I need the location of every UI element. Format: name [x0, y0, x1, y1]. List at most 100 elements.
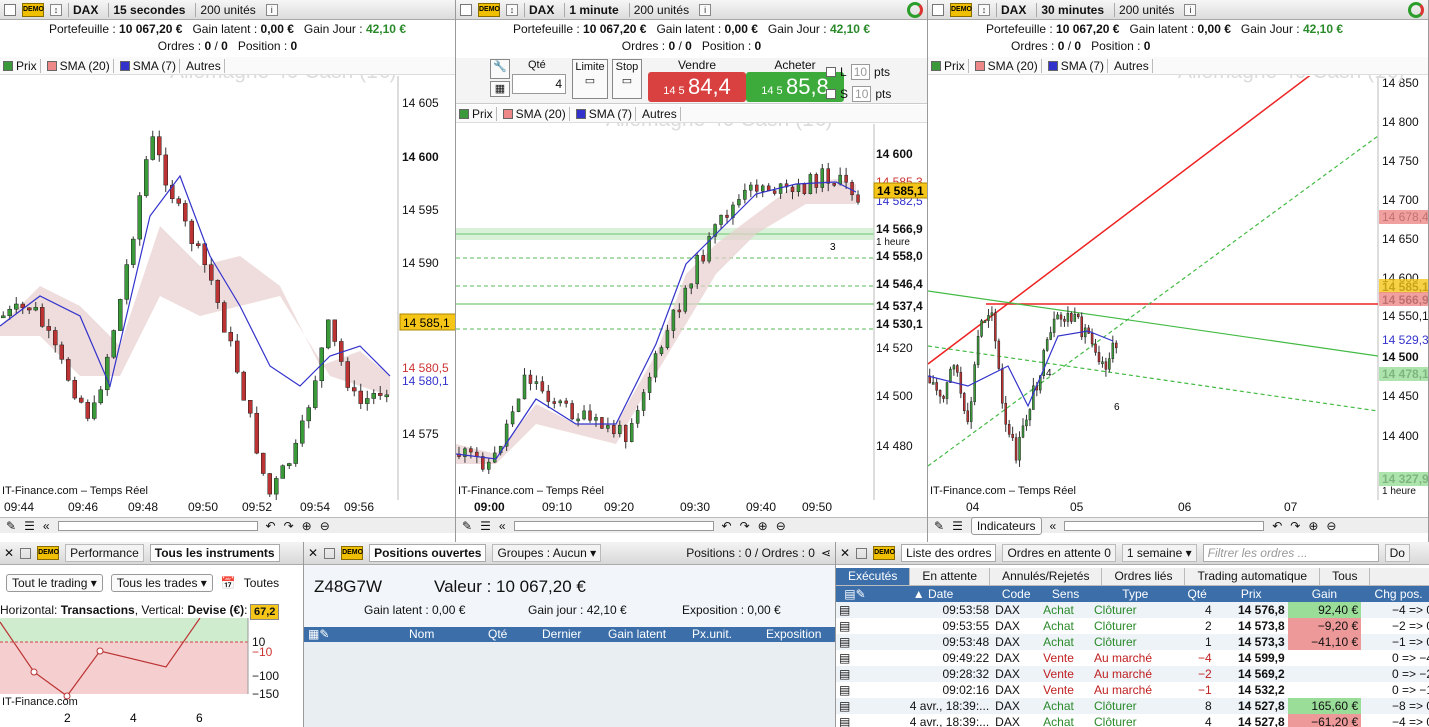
table-row[interactable]: ▤ 09:53:55 DAX Achat Clôturer 2 14 573,8 −9,20 …: [836, 618, 1429, 634]
zoom-out-icon[interactable]: ⊖: [776, 519, 786, 533]
document-icon[interactable]: ▤: [836, 698, 874, 714]
tab-pending-orders[interactable]: Ordres en attente 0: [1002, 544, 1116, 562]
timeframe-select[interactable]: 15 secondes: [108, 2, 189, 17]
col-2[interactable]: Sens: [1040, 586, 1091, 602]
period-select[interactable]: 1 semaine ▾: [1121, 544, 1197, 562]
groups-select[interactable]: Groupes : Aucun ▾: [492, 544, 602, 562]
all-trading-select[interactable]: Tout le trading ▾: [6, 574, 103, 592]
document-icon[interactable]: ▤: [836, 650, 874, 666]
col-0[interactable]: ▲ Date: [874, 586, 992, 602]
pen-icon[interactable]: ✎: [6, 519, 16, 533]
tool-icon[interactable]: ↕: [978, 3, 990, 16]
tab-all-instruments[interactable]: Tous les instruments: [149, 544, 280, 562]
zoom-in-icon[interactable]: ⊕: [302, 519, 312, 533]
tab-orders-list[interactable]: Liste des ordres: [901, 544, 997, 562]
table-row[interactable]: ▤ 09:53:48 DAX Achat Clôturer 1 14 573,3 −41,10…: [836, 634, 1429, 650]
zoom-in-icon[interactable]: ⊕: [758, 519, 768, 533]
col-name[interactable]: Nom: [409, 627, 434, 641]
units-select[interactable]: 200 unités: [1114, 2, 1178, 17]
table-row[interactable]: ▤ 4 avr., 18:39:... DAX Achat Clôturer 4 14 52…: [836, 714, 1429, 727]
legend-others[interactable]: Autres: [183, 58, 225, 73]
legend-sma20[interactable]: SMA (20): [44, 58, 114, 73]
chart-scrollbar[interactable]: ✎ ☰ Indicateurs « ↶ ↷ ⊕ ⊖: [928, 516, 1428, 535]
legend-sma7[interactable]: SMA (7): [573, 106, 637, 121]
prev-icon[interactable]: «: [1050, 519, 1057, 533]
legend-price[interactable]: Prix: [0, 58, 41, 73]
forward-icon[interactable]: ↷: [284, 519, 294, 533]
zoom-out-icon[interactable]: ⊖: [1326, 519, 1336, 533]
info-icon[interactable]: i: [265, 3, 278, 16]
prev-icon[interactable]: «: [499, 519, 506, 533]
menu-icon[interactable]: ☰: [952, 519, 963, 533]
chart-scrollbar[interactable]: ✎ ☰ « ↶ ↷ ⊕ ⊖: [456, 517, 927, 533]
subtab-3[interactable]: Ordres liés: [1102, 568, 1186, 585]
col-qty[interactable]: Qté: [488, 627, 507, 641]
tab-performance[interactable]: Performance: [65, 544, 144, 562]
document-icon[interactable]: ▤: [836, 634, 874, 650]
legend-others[interactable]: Autres: [639, 106, 681, 121]
timeframe-select[interactable]: 1 minute: [564, 2, 622, 17]
scroll-track[interactable]: [1064, 520, 1265, 531]
legend-others[interactable]: Autres: [1111, 58, 1153, 73]
calendar-icon[interactable]: 📅: [221, 576, 236, 590]
timeframe-select[interactable]: 30 minutes: [1036, 2, 1108, 17]
legend-sma20[interactable]: SMA (20): [500, 106, 570, 121]
forward-icon[interactable]: ↷: [740, 519, 750, 533]
document-icon[interactable]: ▤: [836, 666, 874, 682]
subtab-4[interactable]: Trading automatique: [1185, 568, 1321, 585]
table-row[interactable]: ▤ 09:53:58 DAX Achat Clôturer 4 14 576,8 92,40 …: [836, 602, 1429, 618]
table-row[interactable]: ▤ 09:28:32 DAX Vente Au marché −2 14 569,2 0 =>…: [836, 666, 1429, 682]
filter-input[interactable]: Filtrer les ordres ...: [1202, 544, 1379, 562]
window-square-icon[interactable]: [460, 3, 472, 16]
units-select[interactable]: 200 unités: [628, 2, 693, 17]
col-3[interactable]: Type: [1091, 586, 1180, 602]
window-square-icon[interactable]: [20, 547, 32, 559]
table-row[interactable]: ▤ 09:02:16 DAX Vente Au marché −1 14 532,2 0 =>…: [836, 682, 1429, 698]
close-icon[interactable]: ✕: [4, 546, 14, 560]
subtab-0[interactable]: Exécutés: [836, 568, 911, 585]
col-unit-price[interactable]: Px.unit.: [692, 627, 732, 641]
col-5[interactable]: Prix: [1215, 586, 1288, 602]
menu-icon[interactable]: ☰: [24, 519, 35, 533]
back-icon[interactable]: ↶: [1272, 519, 1282, 533]
forward-icon[interactable]: ↷: [1290, 519, 1300, 533]
s-option[interactable]: S 10 pts: [826, 86, 891, 102]
legend-sma7[interactable]: SMA (7): [1045, 58, 1109, 73]
units-select[interactable]: 200 unités: [195, 2, 259, 17]
info-icon[interactable]: i: [699, 3, 712, 16]
subtab-5[interactable]: Tous: [1320, 568, 1371, 585]
sell-button[interactable]: 14 5 84,4: [648, 72, 746, 102]
info-icon[interactable]: i: [1184, 3, 1197, 16]
refresh-icon[interactable]: [907, 1, 923, 18]
tool-icon[interactable]: ↕: [50, 3, 62, 16]
prev-icon[interactable]: «: [43, 519, 50, 533]
col-6[interactable]: Gain: [1288, 586, 1361, 602]
instrument-select[interactable]: DAX: [996, 2, 1030, 17]
col-latent[interactable]: Gain latent: [608, 627, 666, 641]
document-icon[interactable]: ▤: [836, 682, 874, 698]
scroll-track[interactable]: [57, 520, 258, 531]
col-1[interactable]: Code: [992, 586, 1040, 602]
close-icon[interactable]: ✕: [308, 546, 318, 560]
window-square-icon[interactable]: [856, 547, 868, 559]
instrument-select[interactable]: DAX: [524, 2, 558, 17]
window-square-icon[interactable]: [932, 3, 944, 16]
document-icon[interactable]: ▤: [836, 602, 874, 618]
tool-icon[interactable]: ↕: [506, 3, 518, 16]
l-option[interactable]: L 10 pts: [826, 64, 890, 80]
col-exposure[interactable]: Exposition: [766, 627, 821, 641]
refresh-icon[interactable]: [1408, 1, 1424, 18]
document-icon[interactable]: ▤: [836, 618, 874, 634]
qty-input[interactable]: 4: [512, 74, 566, 94]
performance-chart[interactable]: 10−10−100−1502 4 6: [0, 618, 304, 727]
zoom-out-icon[interactable]: ⊖: [320, 519, 330, 533]
legend-price[interactable]: Prix: [456, 106, 497, 121]
table-row[interactable]: ▤ 09:49:22 DAX Vente Au marché −4 14 599,9 0 =>…: [836, 650, 1429, 666]
tab-open-positions[interactable]: Positions ouvertes: [369, 544, 487, 562]
subtab-2[interactable]: Annulés/Rejetés: [990, 568, 1103, 585]
window-square-icon[interactable]: [4, 3, 16, 16]
columns-icon[interactable]: ▤✎: [836, 586, 874, 602]
wrench-icon[interactable]: 🔧: [490, 59, 510, 79]
legend-price[interactable]: Prix: [928, 58, 969, 73]
legend-sma7[interactable]: SMA (7): [117, 58, 181, 73]
